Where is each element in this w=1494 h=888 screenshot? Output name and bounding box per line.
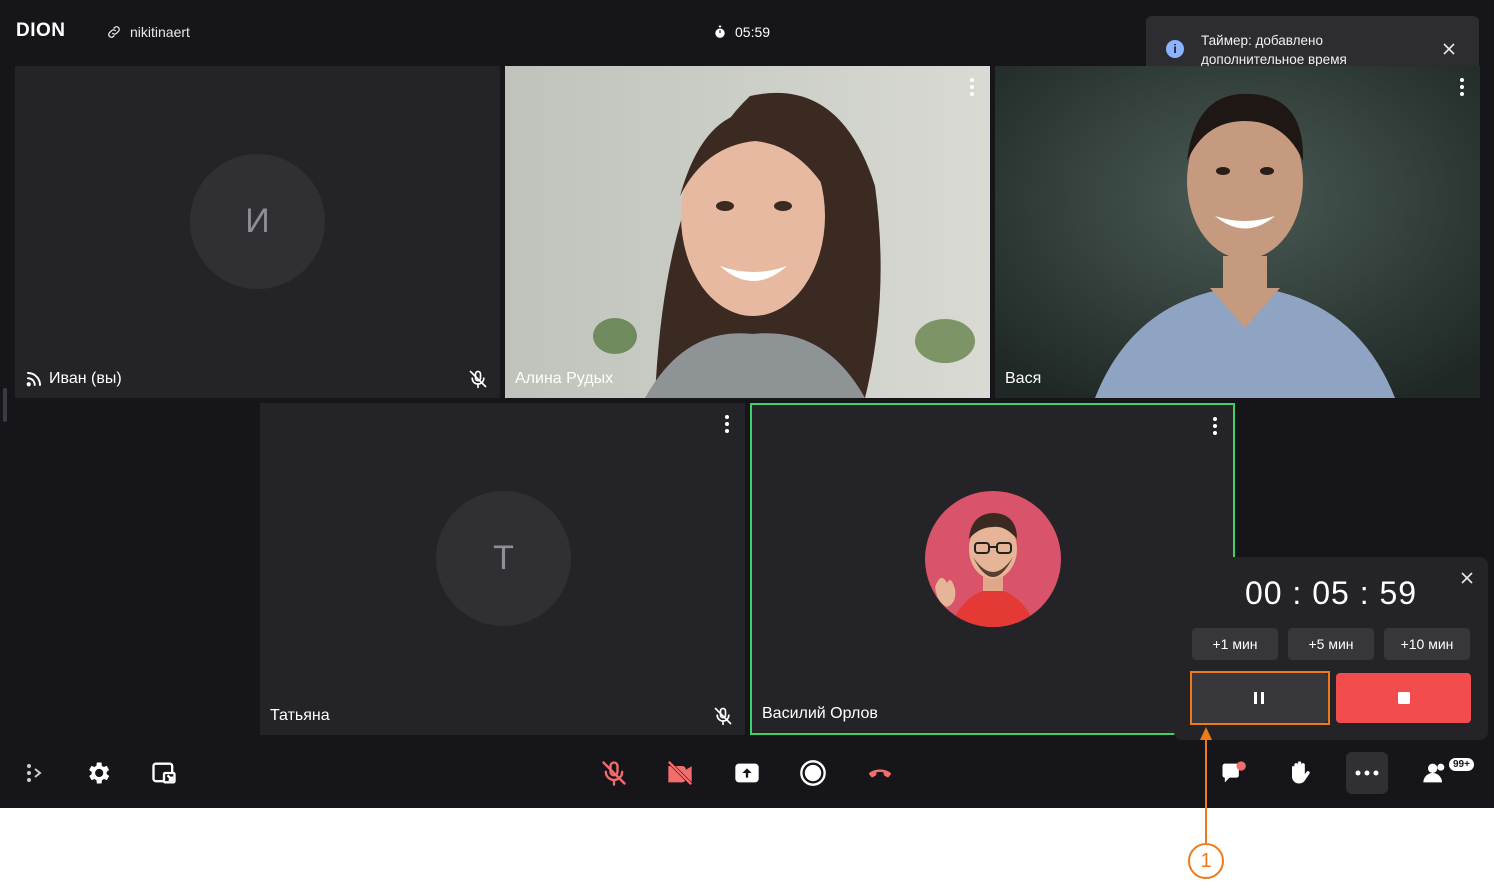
more-vertical-icon[interactable] [1213,417,1217,435]
participant-name: Вася [1005,370,1041,388]
participant-name-label: Алина Рудых [515,370,614,387]
more-vertical-icon[interactable] [970,78,974,96]
mic-off-icon [469,370,487,389]
stop-icon [1397,692,1410,704]
avatar: И [190,154,325,289]
participant-tile-alina[interactable]: Алина Рудых [505,66,990,398]
link-icon [108,26,120,38]
sidebar-toggle-icon [27,764,42,782]
toast-line-1: Таймер: добавлено [1201,33,1324,48]
more-horizontal-icon [1355,770,1379,776]
room-link-label: nikitinaert [130,24,190,40]
gear-icon [89,762,110,784]
annotation-callout: 1 [1188,843,1224,879]
sidebar-toggle-button[interactable] [16,756,50,790]
participants-icon [1423,763,1445,783]
more-vertical-icon[interactable] [725,415,729,433]
chat-button[interactable] [1216,756,1250,790]
participant-name-label: Иван (вы) [49,370,122,387]
participant-name: Алина Рудых [515,370,613,388]
participant-tile-vasily-orlov[interactable]: Василий Орлов [750,403,1235,735]
video-feed-man [995,66,1480,398]
conference-window: DION nikitinaert 05:59 i Таймер: добавле… [0,0,1494,808]
hand-icon [1292,761,1310,784]
room-link[interactable]: nikitinaert [106,24,190,40]
more-options-button[interactable] [1346,752,1388,794]
add-1-min-button[interactable]: +1 мин [1192,628,1278,660]
participant-tile-tatyana[interactable]: Т Татьяна [260,403,745,735]
pip-icon [152,762,176,784]
mic-off-icon [714,707,732,726]
share-screen-button[interactable] [730,756,764,790]
chat-icon [1222,761,1246,783]
share-screen-icon [735,763,759,783]
side-panel-handle[interactable] [3,388,7,422]
participant-tile-ivan[interactable]: И Иван (вы) [15,66,500,398]
participant-name: Татьяна [270,707,330,725]
participant-name: Иван (вы) [25,370,122,388]
video-feed-woman [505,66,990,398]
participants-count-badge: 99+ [1449,758,1474,771]
toast-message: Таймер: добавлено дополнительное время [1201,31,1347,69]
settings-button[interactable] [81,756,115,790]
avatar: Т [436,491,571,626]
picture-in-picture-button[interactable] [147,756,181,790]
participants-button[interactable] [1418,756,1452,790]
record-icon [800,760,826,786]
add-10-min-button[interactable]: +10 мин [1384,628,1470,660]
hang-up-icon [868,769,892,778]
timer-countdown: 00 : 05 : 59 [1244,575,1418,611]
more-vertical-icon[interactable] [1460,78,1464,96]
close-icon[interactable] [1459,570,1475,586]
camera-off-icon [667,760,693,786]
info-icon: i [1166,40,1184,58]
camera-button[interactable] [663,756,697,790]
toast-close-icon[interactable] [1441,41,1457,57]
record-button[interactable] [796,756,830,790]
mic-off-icon [602,761,626,786]
meeting-timer-value: 05:59 [735,24,771,40]
app-logo: DION [16,20,66,41]
stop-button[interactable] [1336,673,1471,723]
participant-name-label: Вася [1005,370,1042,387]
participant-tile-vasya[interactable]: Вася [995,66,1480,398]
end-call-button[interactable] [863,756,897,790]
participant-name-label: Василий Орлов [762,705,878,722]
profile-photo-avatar [925,491,1061,627]
annotation-highlight-box [1190,671,1330,725]
microphone-button[interactable] [597,756,631,790]
meeting-timer: 05:59 [713,24,770,40]
add-5-min-button[interactable]: +5 мин [1288,628,1374,660]
participant-name-label: Татьяна [270,707,330,724]
stopwatch-icon [715,25,725,38]
participant-name: Василий Орлов [762,705,878,723]
raise-hand-button[interactable] [1282,756,1316,790]
broadcast-icon [26,372,41,387]
